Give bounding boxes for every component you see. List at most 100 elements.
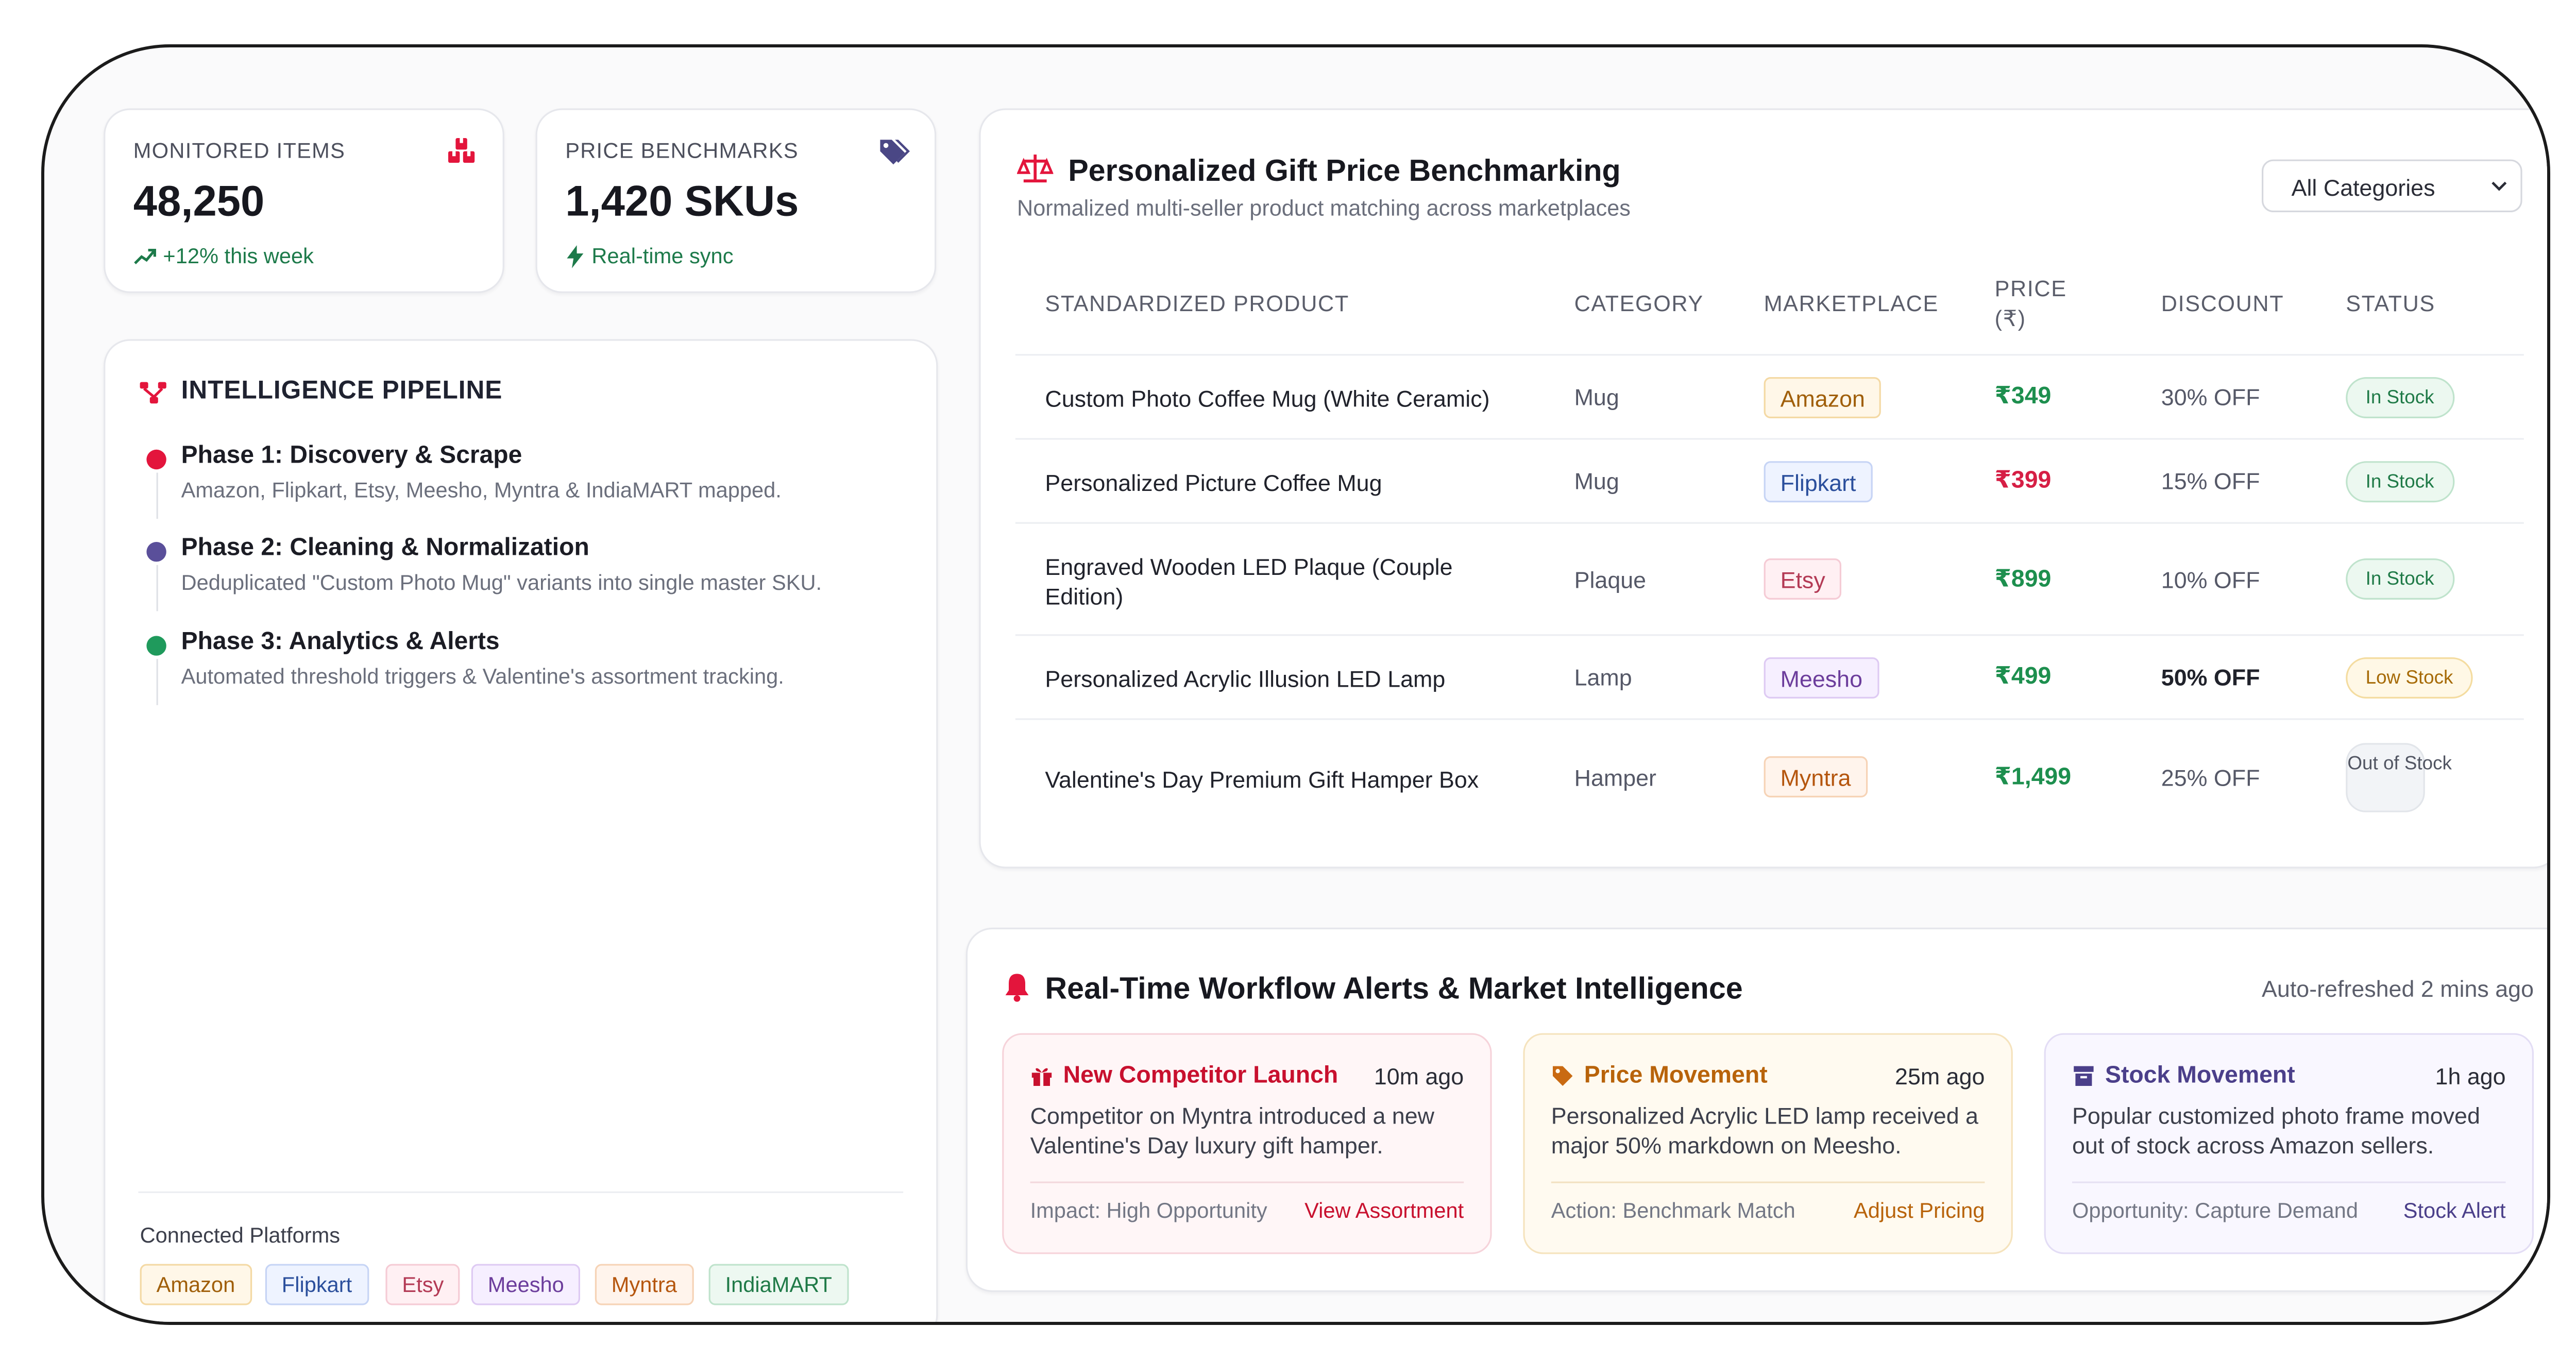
platforms-divider [138,1191,904,1193]
phase-connector [156,659,158,705]
alert-title: Price Movement [1551,1063,1768,1089]
alerts-title: Real-Time Workflow Alerts & Market Intel… [1045,971,1743,1006]
alert-footer: Opportunity: Capture Demand [2072,1198,2358,1223]
marketplace-badge: Meesho [1764,657,1879,699]
phase-dot [146,542,166,562]
status-badge: Low Stock [2346,657,2473,699]
cell-discount: 15% OFF [2161,468,2260,495]
bolt-icon [567,244,584,268]
phase-desc: Amazon, Flipkart, Etsy, Meesho, Myntra &… [181,478,782,503]
alert-time: 25m ago [1895,1063,1985,1090]
marketplace-badge: Etsy [1764,558,1842,600]
cell-discount: 25% OFF [2161,764,2260,791]
stat-label: MONITORED ITEMS [133,138,346,163]
status-badge: In Stock [2346,461,2454,503]
cell-category: Plaque [1574,567,1647,593]
alert-text: Popular customized photo frame moved out… [2072,1102,2480,1159]
cell-discount: 50% OFF [2161,664,2260,690]
stat-value: 48,250 [133,176,265,226]
col-header-category: CATEGORY [1574,291,1704,316]
cell-price: ₹499 [1994,664,2052,690]
cell-category: Lamp [1574,664,1632,690]
phase-desc: Automated threshold triggers & Valentine… [181,664,784,689]
marketplace-badge: Myntra [1764,756,1868,797]
alerts-refreshed: Auto-refreshed 2 mins ago [2262,975,2534,1002]
tags-icon [880,140,910,165]
alert-title: New Competitor Launch [1030,1063,1338,1089]
table-header-divider [1015,354,2524,356]
stat-card-benchmarks: PRICE BENCHMARKS 1,420 SKUs Real-time sy… [535,108,937,293]
stat-sync-text: Real-time sync [591,243,734,268]
phase-connector [156,472,158,519]
cell-price: ₹1,499 [1994,764,2071,791]
cell-discount: 10% OFF [2161,567,2260,593]
phase-dot [146,636,166,656]
adjust-pricing-link[interactable]: Adjust Pricing [1854,1198,1985,1223]
tag-icon [1553,1066,1573,1086]
marketplace-badge: Amazon [1764,377,1882,418]
platform-chip-etsy[interactable]: Etsy [385,1264,461,1305]
platform-chip-meesho[interactable]: Meesho [471,1264,581,1305]
archive-icon [2074,1066,2094,1086]
scale-icon [1017,154,1054,183]
pipeline-title: INTELLIGENCE PIPELINE [181,377,503,405]
dashboard: MONITORED ITEMS 48,250 +12% this week PR… [44,47,2547,1322]
phase-dot [146,449,166,470]
gift-icon [1031,1068,1052,1086]
app-frame: MONITORED ITEMS 48,250 +12% this week PR… [41,44,2550,1325]
status-badge: In Stock [2346,377,2454,418]
pipeline-card: INTELLIGENCE PIPELINE Phase 1: Discovery… [104,339,938,1322]
alert-text: Personalized Acrylic LED lamp received a… [1551,1102,1978,1159]
phase-desc: Deduplicated "Custom Photo Mug" variants… [181,570,822,595]
phase-connector [156,565,158,611]
marketplace-badge: Flipkart [1764,461,1873,503]
platform-chip-flipkart[interactable]: Flipkart [265,1264,369,1305]
alert-divider [2072,1181,2506,1183]
cell-price: ₹399 [1994,468,2052,495]
platforms-label: Connected Platforms [140,1222,341,1248]
trending-up-icon [134,248,156,264]
platform-chip-amazon[interactable]: Amazon [140,1264,252,1305]
alert-divider [1030,1181,1464,1183]
col-header-marketplace: MARKETPLACE [1764,291,1939,316]
phase-name: Phase 3: Analytics & Alerts [181,627,500,656]
stat-trend-text: +12% this week [163,243,314,268]
cell-price: ₹899 [1994,567,2052,593]
alert-title-text: New Competitor Launch [1063,1063,1338,1090]
platform-chip-myntra[interactable]: Myntra [595,1264,693,1305]
col-header-discount: DISCOUNT [2161,291,2284,316]
benchmark-title: Personalized Gift Price Benchmarking [1068,152,1621,188]
stat-label: PRICE BENCHMARKS [565,138,799,163]
platform-chip-indiamart[interactable]: IndiaMART [708,1264,849,1305]
category-filter-value: All Categories [2291,174,2435,201]
row-divider [1015,522,2524,524]
alert-title: Stock Movement [2072,1063,2295,1089]
alert-title-text: Price Movement [1584,1063,1768,1090]
col-header-price: PRICE (₹) [1994,276,2067,331]
category-filter-select[interactable]: All Categories [2262,159,2522,212]
col-header-status: STATUS [2346,291,2435,316]
cell-product: Personalized Picture Coffee Mug [1045,469,1382,496]
row-divider [1015,634,2524,636]
alert-text: Competitor on Myntra introduced a new Va… [1030,1102,1434,1159]
stock-alert-link[interactable]: Stock Alert [2403,1198,2506,1223]
alert-card-competitor: New Competitor Launch 10m ago Competitor… [1002,1033,1492,1254]
alert-time: 1h ago [2435,1063,2506,1090]
cell-category: Hamper [1574,764,1656,791]
benchmark-subtitle: Normalized multi-seller product matching… [1017,196,1631,220]
phase-name: Phase 1: Discovery & Scrape [181,441,522,470]
alert-card-price: Price Movement 25m ago Personalized Acry… [1523,1033,2013,1254]
cell-product: Valentine's Day Premium Gift Hamper Box [1045,766,1479,793]
cell-product: Custom Photo Coffee Mug (White Ceramic) [1045,385,1490,412]
boxes-icon [448,138,475,163]
row-divider [1015,438,2524,440]
stat-sync: Real-time sync [565,243,734,268]
alert-divider [1551,1181,1985,1183]
view-assortment-link[interactable]: View Assortment [1304,1198,1464,1223]
cell-product: Personalized Acrylic Illusion LED Lamp [1045,666,1446,692]
cell-category: Mug [1574,383,1619,410]
cell-product: Engraved Wooden LED Plaque (Couple Editi… [1045,553,1453,610]
cell-category: Mug [1574,468,1619,495]
alert-footer: Impact: High Opportunity [1030,1198,1267,1223]
col-header-product: STANDARDIZED PRODUCT [1045,291,1349,316]
